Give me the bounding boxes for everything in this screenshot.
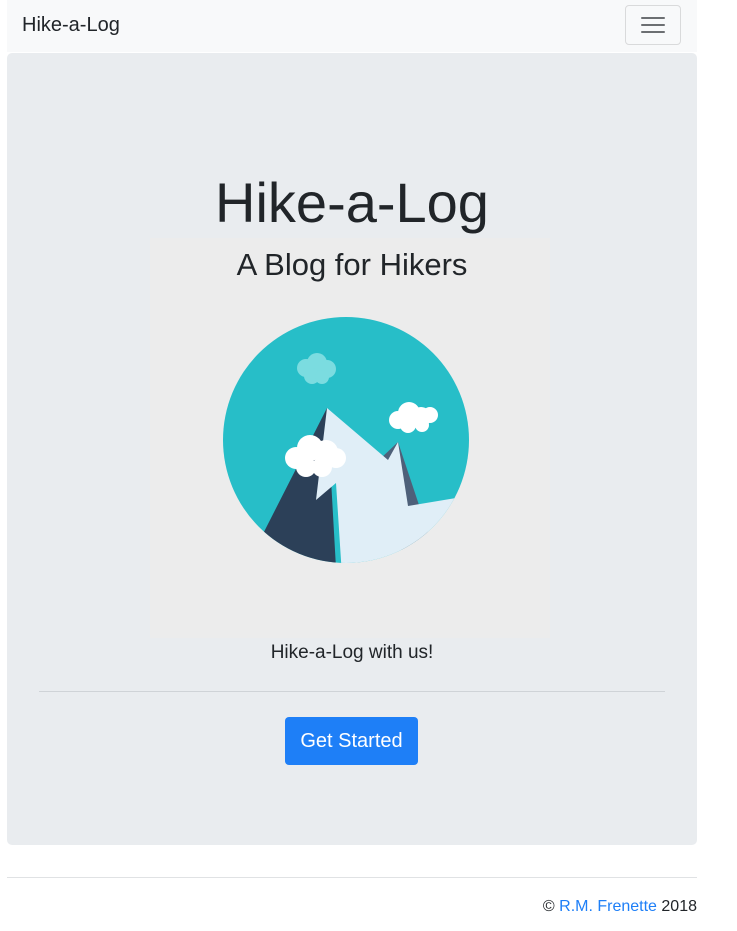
get-started-button[interactable]: Get Started bbox=[285, 717, 418, 765]
mountain-landscape-icon bbox=[223, 317, 469, 563]
jumbotron: Hike-a-Log A Blog for Hikers Hike-a-Log … bbox=[7, 53, 697, 845]
navbar: Hike-a-Log bbox=[7, 0, 697, 52]
footer-divider bbox=[7, 877, 697, 878]
hero-image bbox=[150, 238, 550, 638]
navbar-toggler-button[interactable] bbox=[625, 5, 681, 45]
tagline: Hike-a-Log with us! bbox=[270, 642, 434, 663]
page-subtitle: A Blog for Hikers bbox=[236, 247, 468, 282]
navbar-brand[interactable]: Hike-a-Log bbox=[22, 13, 120, 37]
footer-year: 2018 bbox=[661, 898, 697, 915]
page-title: Hike-a-Log bbox=[215, 171, 489, 234]
divider bbox=[39, 691, 665, 692]
footer: © R.M. Frenette 2018 bbox=[543, 897, 697, 917]
author-link[interactable]: R.M. Frenette bbox=[559, 898, 657, 915]
copyright-symbol: © bbox=[542, 898, 555, 915]
